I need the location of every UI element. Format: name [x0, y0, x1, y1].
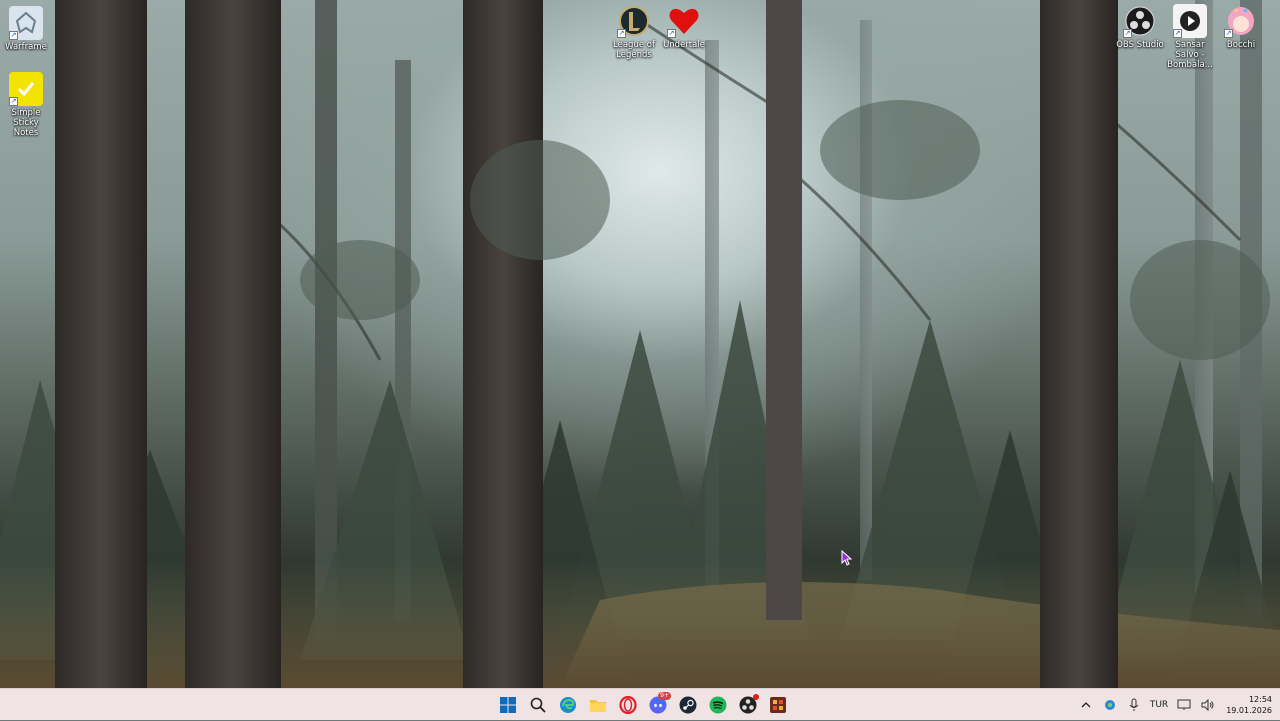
desktop-icon-label: Undertale	[663, 40, 705, 50]
desktop-icon-label: League of Legends	[613, 40, 655, 60]
opera-icon	[619, 696, 637, 714]
desktop-icon-label: Sansar Salvo - Bombala...	[1167, 40, 1213, 70]
show-hidden-icons-button[interactable]	[1074, 691, 1098, 719]
spotify-button[interactable]	[706, 691, 730, 719]
discord-badge: 9+	[658, 692, 671, 700]
microphone-icon	[1129, 698, 1139, 711]
desktop-icon-obs-studio[interactable]: ↗ OBS Studio	[1114, 4, 1166, 50]
spotify-icon	[709, 696, 727, 714]
steam-icon	[679, 696, 697, 714]
heart-icon: ↗	[667, 4, 701, 38]
game-app-icon	[770, 697, 786, 713]
shortcut-arrow-icon: ↗	[617, 29, 626, 38]
desktop-icon-undertale[interactable]: ↗ Undertale	[658, 4, 710, 50]
shortcut-arrow-icon: ↗	[1173, 29, 1182, 38]
steam-button[interactable]	[676, 691, 700, 719]
monitor-network-icon	[1177, 699, 1191, 710]
media-play-icon: ↗	[1173, 4, 1207, 38]
network-globe-icon	[1104, 700, 1115, 710]
app-button[interactable]	[766, 691, 790, 719]
mouse-cursor-icon	[841, 549, 853, 570]
desktop-wallpaper	[0, 0, 1280, 688]
clock-date: 19.01.2026	[1226, 706, 1272, 715]
clock[interactable]: 12:54 19.01.2026	[1220, 694, 1280, 716]
obs-taskbar-button[interactable]	[736, 691, 760, 719]
start-button[interactable]	[496, 691, 520, 719]
search-button[interactable]	[526, 691, 550, 719]
sticky-note-icon: ↗	[9, 72, 43, 106]
desktop-icon-label: OBS Studio	[1116, 40, 1164, 50]
obs-icon: ↗	[1123, 4, 1157, 38]
desktop-icon-league-of-legends[interactable]: ↗ League of Legends	[608, 4, 660, 60]
forest-scene	[0, 0, 1280, 688]
opera-button[interactable]	[616, 691, 640, 719]
desktop-icon-sansar-salvo[interactable]: ↗ Sansar Salvo - Bombala...	[1164, 4, 1216, 70]
edge-icon	[560, 697, 576, 713]
shortcut-arrow-icon: ↗	[667, 29, 676, 38]
bocchi-avatar-icon: ↗	[1224, 4, 1258, 38]
windows-logo-icon	[500, 697, 516, 713]
taskbar: 9+ TUR 12:54 19.01.2026	[0, 688, 1280, 720]
recording-indicator	[753, 694, 759, 700]
system-tray: TUR 12:54 19.01.2026	[1074, 689, 1280, 721]
shortcut-arrow-icon: ↗	[9, 97, 18, 106]
taskbar-apps: 9+	[496, 689, 790, 721]
desktop-icon-bocchi[interactable]: ↗ Bocchi	[1215, 4, 1267, 50]
league-of-legends-icon: ↗	[617, 4, 651, 38]
microphone-button[interactable]	[1122, 691, 1146, 719]
edge-button[interactable]	[556, 691, 580, 719]
volume-button[interactable]	[1196, 691, 1220, 719]
tray-app-button[interactable]	[1098, 691, 1122, 719]
network-button[interactable]	[1172, 691, 1196, 719]
desktop-icon-simple-sticky-notes[interactable]: ↗ Simple Sticky Notes	[0, 72, 52, 138]
discord-button[interactable]: 9+	[646, 691, 671, 719]
shortcut-arrow-icon: ↗	[1123, 29, 1132, 38]
chevron-up-icon	[1081, 702, 1091, 708]
input-language[interactable]: TUR	[1146, 700, 1172, 710]
desktop-icon-label: Simple Sticky Notes	[11, 108, 41, 138]
desktop-icon-label: Bocchi	[1226, 40, 1256, 50]
file-explorer-button[interactable]	[586, 691, 610, 719]
search-icon	[530, 697, 546, 713]
speaker-icon	[1201, 699, 1214, 711]
clock-time: 12:54	[1248, 695, 1272, 704]
folder-icon	[590, 700, 606, 712]
warframe-icon: ↗	[9, 6, 43, 40]
shortcut-arrow-icon: ↗	[9, 31, 18, 40]
desktop-icon-warframe[interactable]: ↗ Warframe	[0, 6, 52, 52]
desktop-icon-label: Warframe	[5, 42, 47, 52]
shortcut-arrow-icon: ↗	[1224, 29, 1233, 38]
